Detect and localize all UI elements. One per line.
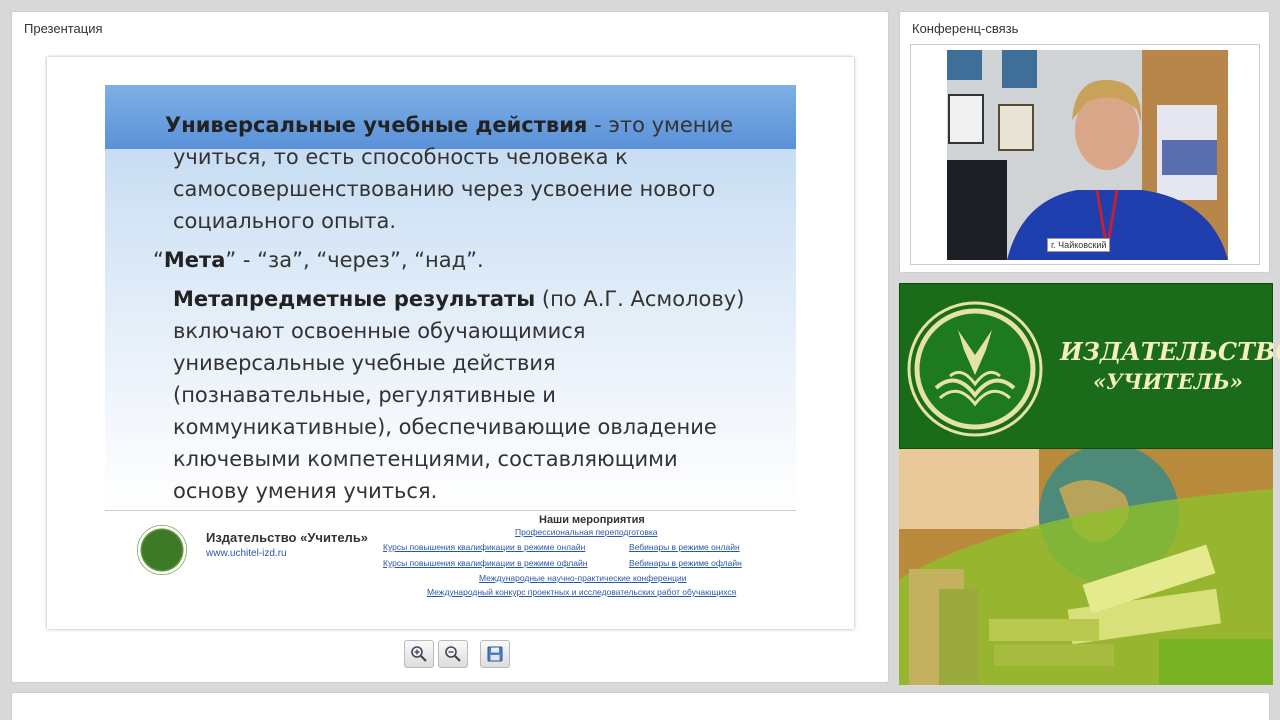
events-title: Наши мероприятия xyxy=(539,514,645,526)
publisher-emblem-icon xyxy=(907,301,1043,437)
slide-results-source: (по А.Г. Асмолову) xyxy=(535,287,745,311)
event-link-webinars-offline[interactable]: Вебинары в режиме офлайн xyxy=(629,558,742,568)
event-link-retraining[interactable]: Профессиональная переподготовка xyxy=(515,527,657,537)
slide-results-line-5: коммуникативные), обеспечивающие овладен… xyxy=(173,415,717,439)
slide-results-line-3: универсальные учебные действия xyxy=(173,351,556,375)
event-link-contest[interactable]: Международный конкурс проектных и исслед… xyxy=(427,587,736,597)
event-link-courses-online[interactable]: Курсы повышения квалификации в режиме он… xyxy=(383,542,585,552)
slide-term-uud: Универсальные учебные действия xyxy=(165,113,588,137)
save-icon xyxy=(487,646,503,662)
bottom-panel xyxy=(11,692,1270,720)
slide-results-line-1: Метапредметные результаты (по А.Г. Асмол… xyxy=(173,283,744,315)
event-link-courses-offline[interactable]: Курсы повышения квалификации в режиме оф… xyxy=(383,558,587,568)
banner-title-line-1: ИЗДАТЕЛЬСТВО xyxy=(1060,337,1280,366)
slide-meta-open-quote: “ xyxy=(153,248,164,272)
presentation-panel: Презентация Универсальные учебные действ… xyxy=(11,11,889,683)
slide-definition-line-2: учиться, то есть способность человека к xyxy=(173,145,628,169)
publisher-logo-icon xyxy=(137,525,187,575)
presentation-panel-title: Презентация xyxy=(24,21,103,36)
books-globe-picture xyxy=(899,449,1273,685)
slide-definition-line-3: самосовершенствованию через усвоение нов… xyxy=(173,177,716,201)
speaker-image xyxy=(947,50,1228,260)
save-button[interactable] xyxy=(480,640,510,668)
slide-meta-word: Мета xyxy=(163,248,226,272)
slide-results-line-6: ключевыми компетенциями, составляющими xyxy=(173,447,678,471)
conference-panel-title: Конференц-связь xyxy=(912,21,1019,36)
event-link-webinars-online[interactable]: Вебинары в режиме онлайн xyxy=(629,542,740,552)
books-image xyxy=(899,449,1273,685)
slide-term-meta-results: Метапредметные результаты xyxy=(173,287,536,311)
zoom-out-icon xyxy=(445,646,461,662)
publisher-banner: ИЗДАТЕЛЬСТВО «УЧИТЕЛЬ» xyxy=(899,283,1280,449)
slide-footer: Издательство «Учитель» www.uchitel-izd.r… xyxy=(105,510,796,620)
slide-results-line-4: (познавательные, регулятивные и xyxy=(173,383,556,407)
banner-title-line-2: «УЧИТЕЛЬ» xyxy=(1093,369,1243,394)
video-location-label: г. Чайковский xyxy=(1047,238,1111,252)
slide-definition-line-1: Универсальные учебные действия - это уме… xyxy=(165,109,733,141)
slide-definition-text: - это умение xyxy=(587,113,734,137)
slide-results-line-2: включают освоенные обучающимися xyxy=(173,319,586,343)
slide-meta-translation: ” - “за”, “через”, “над”. xyxy=(225,248,484,272)
slide-results-line-7: основу умения учиться. xyxy=(173,479,438,503)
webcam-video: г. Чайковский xyxy=(947,50,1228,260)
publisher-name: Издательство «Учитель» xyxy=(206,530,369,545)
conference-panel: Конференц-связь г. Чайковский xyxy=(899,11,1270,273)
zoom-in-icon xyxy=(411,646,427,662)
zoom-out-button[interactable] xyxy=(438,640,468,668)
slide-definition-line-4: социального опыта. xyxy=(173,209,397,233)
slide-meta-line: “Мета” - “за”, “через”, “над”. xyxy=(153,244,484,276)
slide: Универсальные учебные действия - это уме… xyxy=(47,57,854,629)
zoom-in-button[interactable] xyxy=(404,640,434,668)
publisher-url[interactable]: www.uchitel-izd.ru xyxy=(206,548,287,559)
video-frame[interactable]: г. Чайковский xyxy=(910,44,1260,265)
slide-content: Универсальные учебные действия - это уме… xyxy=(105,85,796,510)
event-link-conferences[interactable]: Международные научно-практические конфер… xyxy=(479,573,686,583)
